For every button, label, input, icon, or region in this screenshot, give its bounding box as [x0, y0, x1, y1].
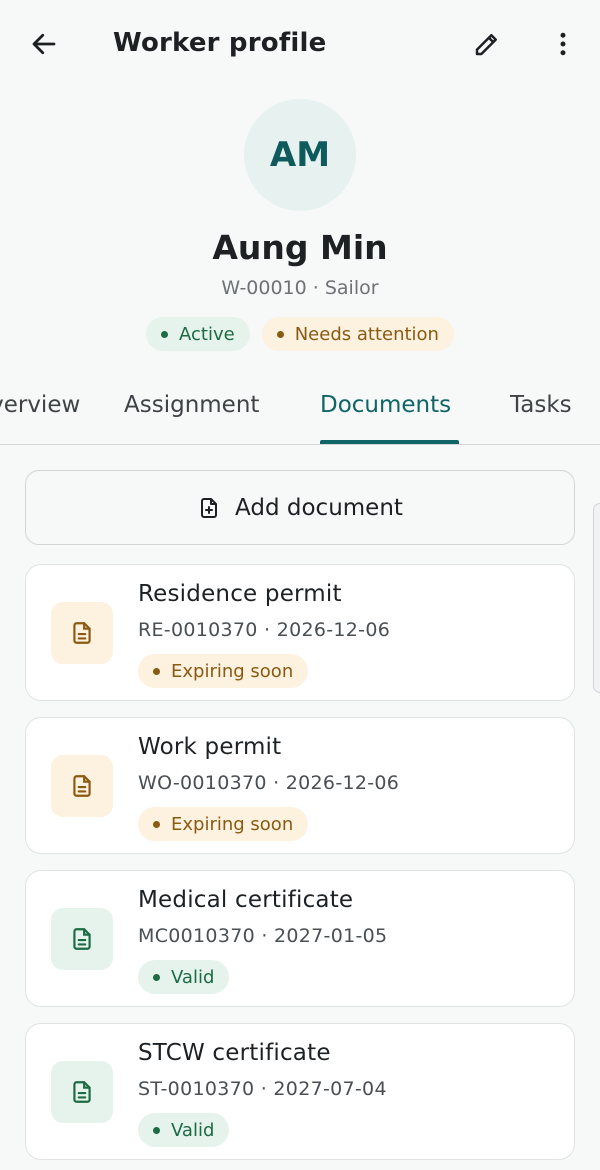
- document-icon: [73, 622, 91, 644]
- add-document-label: Add document: [235, 494, 403, 521]
- document-icon: [73, 1081, 91, 1103]
- document-icon: [73, 928, 91, 950]
- document-status-badge: Expiring soon: [138, 654, 309, 688]
- document-status-label: Valid: [171, 966, 215, 988]
- document-icon-box: [51, 755, 113, 817]
- document-number-date: ST-0010370 · 2027-07-04: [138, 1078, 387, 1100]
- add-document-button[interactable]: Add document: [25, 470, 575, 545]
- page-title: Worker profile: [113, 28, 327, 58]
- pencil-icon: [475, 34, 497, 56]
- edit-button[interactable]: [463, 20, 511, 68]
- document-status-label: Expiring soon: [171, 660, 294, 682]
- document-title: STCW certificate: [138, 1040, 331, 1066]
- document-number-date: MC0010370 · 2027-01-05: [138, 925, 388, 947]
- document-card-residence-permit[interactable]: Residence permit RE-0010370 · 2026-12-06…: [25, 564, 575, 701]
- more-vertical-icon: [560, 32, 566, 56]
- status-badge-label: Needs attention: [294, 323, 439, 345]
- document-icon: [73, 775, 91, 797]
- status-badges: Active Needs attention: [0, 317, 600, 351]
- document-icon-box: [51, 602, 113, 664]
- file-plus-icon: [201, 497, 218, 518]
- back-button[interactable]: [20, 20, 68, 68]
- tab-assignment[interactable]: Assignment: [124, 392, 259, 418]
- document-title: Residence permit: [138, 581, 342, 607]
- document-status-label: Expiring soon: [171, 813, 294, 835]
- document-card-work-permit[interactable]: Work permit WO-0010370 · 2026-12-06 Expi…: [25, 717, 575, 854]
- document-icon-box: [51, 908, 113, 970]
- avatar: AM: [244, 99, 356, 211]
- document-card-medical-certificate[interactable]: Medical certificate MC0010370 · 2027-01-…: [25, 870, 575, 1007]
- tab-documents[interactable]: Documents: [320, 392, 451, 418]
- status-badge-label: Active: [179, 323, 235, 345]
- tab-bar: Overview Assignment Documents Tasks: [0, 380, 600, 445]
- tab-tasks[interactable]: Tasks: [510, 392, 572, 418]
- status-dot: [153, 820, 160, 828]
- status-dot: [153, 667, 160, 675]
- document-status-badge: Expiring soon: [138, 807, 309, 841]
- document-icon-box: [51, 1061, 113, 1123]
- worker-name: Aung Min: [212, 228, 388, 267]
- document-status-badge: Valid: [138, 960, 230, 994]
- scrollbar[interactable]: [593, 503, 600, 693]
- document-status-label: Valid: [171, 1119, 215, 1141]
- status-badge-attention: Needs attention: [261, 317, 454, 351]
- status-badge-active: Active: [146, 317, 250, 351]
- document-number-date: WO-0010370 · 2026-12-06: [138, 772, 400, 794]
- tab-indicator: [320, 440, 459, 444]
- status-dot: [161, 330, 169, 338]
- document-title: Work permit: [138, 734, 282, 760]
- status-dot: [153, 973, 160, 981]
- more-options-button[interactable]: [539, 20, 587, 68]
- status-dot: [276, 330, 284, 338]
- status-dot: [153, 1126, 160, 1134]
- tab-overview[interactable]: Overview: [0, 392, 80, 418]
- worker-id-role: W-00010 · Sailor: [221, 277, 379, 299]
- document-status-badge: Valid: [138, 1113, 230, 1147]
- app-bar: Worker profile: [0, 0, 600, 90]
- document-number-date: RE-0010370 · 2026-12-06: [138, 619, 391, 641]
- document-card-stcw-certificate[interactable]: STCW certificate ST-0010370 · 2027-07-04…: [25, 1023, 575, 1160]
- arrow-left-icon: [32, 33, 56, 55]
- document-title: Medical certificate: [138, 887, 354, 913]
